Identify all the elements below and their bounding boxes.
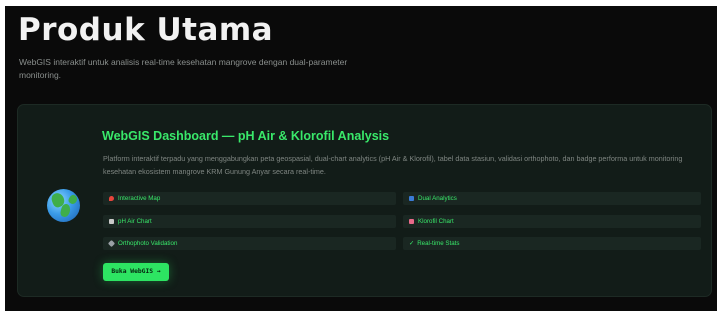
- pin-icon: [109, 195, 114, 201]
- feature-klorofil-chart: Klorofil Chart: [403, 215, 701, 228]
- feature-real-time-stats: ✓ Real-time Stats: [403, 237, 701, 250]
- check-icon: ✓: [409, 240, 415, 247]
- page-frame: Produk Utama WebGIS interaktif untuk ana…: [5, 6, 717, 311]
- feature-label: Klorofil Chart: [418, 218, 454, 225]
- feature-label: Interactive Map: [118, 195, 161, 202]
- chart-bar-icon: [409, 195, 414, 201]
- feature-label: pH Air Chart: [118, 218, 152, 225]
- product-description: Platform interaktif terpadu yang menggab…: [103, 154, 683, 176]
- open-webgis-button[interactable]: Buka WebGIS →: [103, 263, 169, 281]
- feature-dual-analytics: Dual Analytics: [403, 192, 701, 205]
- satellite-icon: [107, 239, 116, 247]
- product-card: WebGIS Dashboard — pH Air & Klorofil Ana…: [17, 104, 712, 297]
- page-title: Produk Utama: [18, 12, 274, 48]
- feature-ph-air-chart: pH Air Chart: [103, 215, 396, 228]
- page-subtitle: WebGIS interaktif untuk analisis real-ti…: [19, 57, 348, 80]
- chart-up-icon: [109, 218, 114, 224]
- feature-label: Orthophoto Validation: [118, 240, 178, 247]
- feature-label: Real-time Stats: [417, 240, 460, 247]
- globe-icon: [47, 189, 80, 222]
- product-title: WebGIS Dashboard — pH Air & Klorofil Ana…: [102, 129, 390, 143]
- feature-label: Dual Analytics: [418, 195, 457, 202]
- feature-orthophoto-validation: Orthophoto Validation: [103, 237, 396, 250]
- chart-down-icon: [409, 218, 414, 224]
- feature-interactive-map: Interactive Map: [103, 192, 396, 205]
